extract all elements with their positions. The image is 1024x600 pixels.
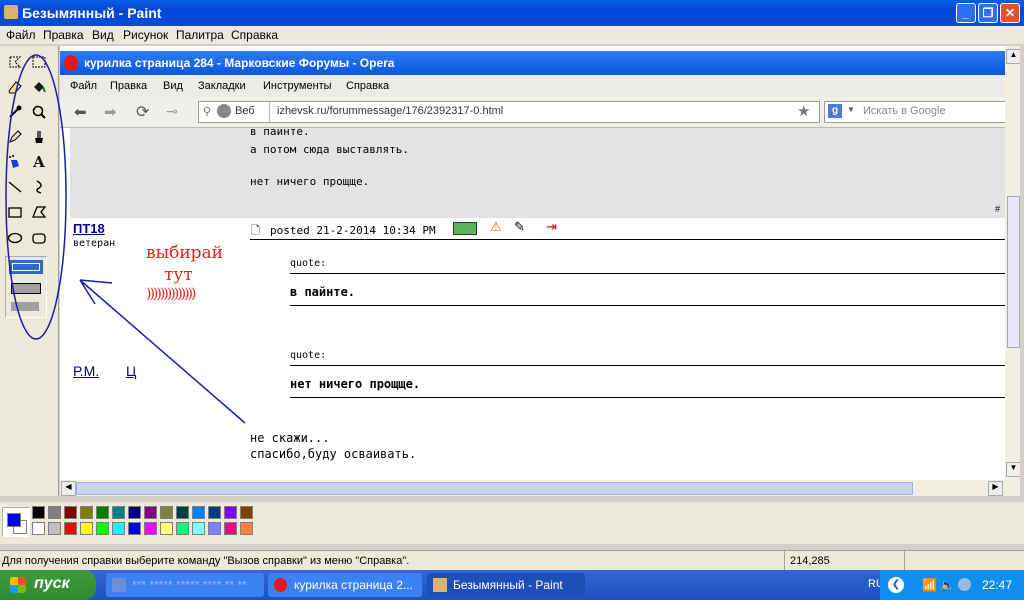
palette-swatch[interactable] (80, 506, 93, 519)
palette-swatch[interactable] (48, 506, 61, 519)
palette-swatch[interactable] (112, 506, 125, 519)
annotation-arrow (79, 279, 246, 424)
palette-swatch[interactable] (240, 522, 253, 535)
clock[interactable]: 22:47 (982, 578, 1012, 592)
palette-swatch[interactable] (128, 506, 141, 519)
palette-swatch[interactable] (208, 522, 221, 535)
palette-swatch[interactable] (64, 522, 77, 535)
palette-swatch[interactable] (224, 506, 237, 519)
palette-swatch[interactable] (176, 522, 189, 535)
palette-swatch[interactable] (144, 506, 157, 519)
opera-icon (274, 578, 287, 592)
palette-swatch[interactable] (80, 522, 93, 535)
palette-swatch[interactable] (96, 506, 109, 519)
palette-swatch[interactable] (160, 506, 173, 519)
palette-swatch[interactable] (192, 506, 205, 519)
window-icon (112, 578, 126, 592)
paint-statusbar: Для получения справки выберите команду "… (0, 550, 1024, 571)
palette-swatch[interactable] (48, 522, 61, 535)
palette-swatch[interactable] (128, 522, 141, 535)
taskbar-item-paint[interactable]: Безымянный - Paint (427, 573, 585, 597)
palette-swatch[interactable] (64, 506, 77, 519)
network-icon[interactable]: 📶 (922, 578, 937, 592)
taskbar-item-1[interactable]: *** ***** ***** **** ** ** (106, 573, 264, 597)
windows-taskbar: пуск *** ***** ***** **** ** ** курилка … (0, 570, 1024, 600)
color-palette (0, 502, 1024, 544)
palette-swatch[interactable] (160, 522, 173, 535)
palette-swatch[interactable] (240, 506, 253, 519)
palette-swatch[interactable] (32, 522, 45, 535)
current-colors[interactable] (2, 507, 30, 537)
system-tray: ❮ 📶 🔈 22:47 (880, 570, 1024, 600)
cursor-coordinates: 214,285 (790, 555, 830, 567)
taskbar-item-1-label: *** ***** ***** **** ** ** (132, 578, 247, 592)
volume-icon[interactable]: 🔈 (940, 578, 955, 592)
tray-app-icon[interactable] (958, 578, 971, 591)
palette-swatch[interactable] (208, 506, 221, 519)
tray-expand-icon[interactable]: ❮ (888, 577, 904, 593)
palette-swatch[interactable] (192, 522, 205, 535)
start-label: пуск (34, 575, 70, 592)
start-button[interactable]: пуск (0, 570, 96, 600)
taskbar-item-paint-label: Безымянный - Paint (453, 578, 563, 592)
paint-icon (433, 578, 447, 592)
palette-swatch[interactable] (224, 522, 237, 535)
annotation-ellipse (5, 54, 67, 340)
palette-swatch[interactable] (144, 522, 157, 535)
palette-swatch[interactable] (32, 506, 45, 519)
palette-swatch[interactable] (176, 506, 189, 519)
primary-color[interactable] (7, 513, 21, 527)
windows-logo-icon (10, 577, 26, 593)
palette-swatch[interactable] (96, 522, 109, 535)
taskbar-item-opera[interactable]: курилка страница 2... (268, 573, 422, 597)
taskbar-item-opera-label: курилка страница 2... (294, 578, 413, 592)
palette-swatch[interactable] (112, 522, 125, 535)
status-help-text: Для получения справки выберите команду "… (2, 555, 410, 567)
